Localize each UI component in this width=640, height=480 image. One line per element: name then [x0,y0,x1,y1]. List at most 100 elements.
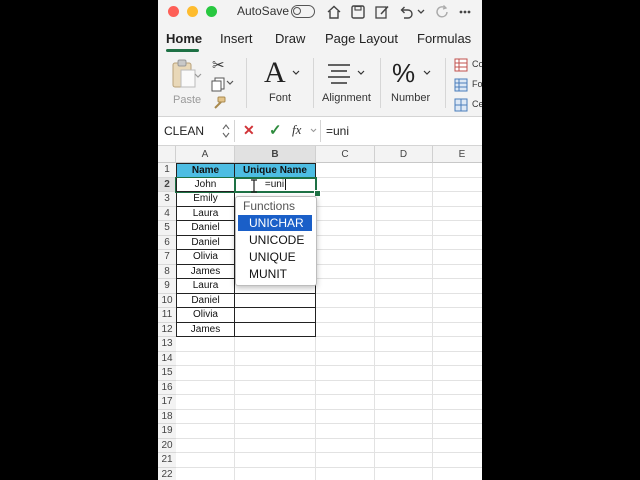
tab-page-layout[interactable]: Page Layout [325,31,398,46]
column-header-b[interactable]: B [235,146,316,163]
row-header[interactable]: 6 [158,235,176,250]
chevron-down-icon [292,70,300,75]
name-cell[interactable]: Daniel [176,235,235,250]
unique-name-cell[interactable] [235,293,316,308]
name-box[interactable]: CLEAN [164,122,230,141]
paste-button[interactable]: Paste [166,56,206,108]
paste-dropdown-icon[interactable] [194,73,202,79]
title-bar: AutoSave [158,0,482,24]
name-cell[interactable]: Laura [176,279,235,294]
name-cell[interactable]: Emily [176,192,235,207]
row-header[interactable]: 15 [158,366,176,381]
name-cell[interactable]: Daniel [176,221,235,236]
conditional-formatting-icon[interactable] [454,58,468,72]
table-header-name[interactable]: Name [176,163,235,178]
row-header[interactable]: 21 [158,453,176,468]
font-label: Font [269,92,292,104]
row-header[interactable]: 16 [158,380,176,395]
autosave-label: AutoSave [237,4,290,18]
enter-edit-icon[interactable]: ✓ [269,121,282,139]
number-group-button[interactable]: % Number [388,54,438,110]
align-icon [328,64,350,84]
select-all-corner[interactable] [158,146,176,163]
row-gridline [176,437,482,439]
cell-styles-icon[interactable] [454,98,468,112]
name-cell[interactable]: Laura [176,206,235,221]
undo-icon[interactable] [398,4,414,20]
tab-insert[interactable]: Insert [220,31,253,46]
zoom-window-button[interactable] [206,6,217,17]
row-header[interactable]: 13 [158,337,176,352]
column-header-a[interactable]: A [176,146,235,163]
tab-formulas[interactable]: Formulas [417,31,471,46]
name-cell[interactable]: Olivia [176,250,235,265]
name-box-value: CLEAN [164,124,205,138]
copy-icon[interactable] [210,76,226,92]
row-header[interactable]: 14 [158,351,176,366]
column-header-d[interactable]: D [375,146,433,163]
copy-dropdown-icon[interactable] [226,80,234,86]
row-header[interactable]: 22 [158,467,176,480]
unique-name-cell[interactable] [235,322,316,337]
redo-icon[interactable] [434,4,450,20]
row-header[interactable]: 10 [158,293,176,308]
name-cell[interactable]: James [176,264,235,279]
name-cell[interactable]: Olivia [176,308,235,323]
font-group-button[interactable]: A Font [258,54,306,110]
row-header[interactable]: 20 [158,438,176,453]
alignment-group-button[interactable]: Alignment [318,54,374,110]
row-gridline [176,452,482,453]
row-header[interactable]: 18 [158,409,176,424]
chevron-down-icon [357,70,365,75]
tab-home[interactable]: Home [166,31,202,46]
row-header[interactable]: 1 [158,163,176,178]
chevron-down-icon[interactable] [416,4,426,20]
autocomplete-item-unique[interactable]: UNIQUE [238,249,312,265]
row-header[interactable]: 9 [158,279,176,294]
row-header[interactable]: 3 [158,192,176,207]
row-header[interactable]: 17 [158,395,176,410]
row-header[interactable]: 5 [158,221,176,236]
row-header[interactable]: 12 [158,322,176,337]
name-cell[interactable]: James [176,322,235,337]
unique-name-cell[interactable] [235,308,316,323]
autosave-toggle[interactable] [291,5,315,18]
autocomplete-item-unichar[interactable]: UNICHAR [238,214,312,231]
alignment-label: Alignment [322,92,371,104]
column-header-c[interactable]: C [316,146,375,163]
format-as-table-icon[interactable] [454,78,468,92]
home-icon[interactable] [326,4,342,20]
table-header-unique-name[interactable]: Unique Name [235,163,316,178]
text-cursor-icon [251,178,257,193]
row-header[interactable]: 11 [158,308,176,323]
row-header[interactable]: 4 [158,206,176,221]
column-header-e[interactable]: E [433,146,482,163]
minimize-window-button[interactable] [187,6,198,17]
name-cell[interactable]: Daniel [176,293,235,308]
save-icon[interactable] [350,4,366,20]
cancel-edit-icon[interactable]: ✕ [243,122,255,139]
format-painter-icon[interactable] [211,95,227,111]
active-cell-b2[interactable]: =uni [234,176,317,193]
row-header[interactable]: 8 [158,264,176,279]
percent-icon: % [392,58,416,88]
row-header[interactable]: 7 [158,250,176,265]
more-icon[interactable] [458,4,472,20]
function-autocomplete-dropdown: Functions UNICHAR UNICODE UNIQUE MUNIT [235,195,317,286]
tab-draw[interactable]: Draw [275,31,305,46]
formula-input[interactable]: =uni [326,122,349,141]
row-gridline [176,350,482,352]
insert-function-icon[interactable]: fx [292,122,301,138]
name-box-stepper-icon[interactable] [222,123,230,139]
column-gridline [432,163,433,480]
close-window-button[interactable] [168,6,179,17]
edit-icon[interactable] [374,4,390,20]
cut-icon[interactable]: ✂ [212,56,225,74]
font-icon: A [264,56,286,89]
row-header[interactable]: 19 [158,424,176,439]
autocomplete-item-unicode[interactable]: UNICODE [238,232,312,248]
row-selection-a2 [175,176,236,193]
autocomplete-item-munit[interactable]: MUNIT [238,266,312,282]
chevron-down-icon[interactable] [310,128,317,133]
row-header[interactable]: 2 [158,177,176,192]
